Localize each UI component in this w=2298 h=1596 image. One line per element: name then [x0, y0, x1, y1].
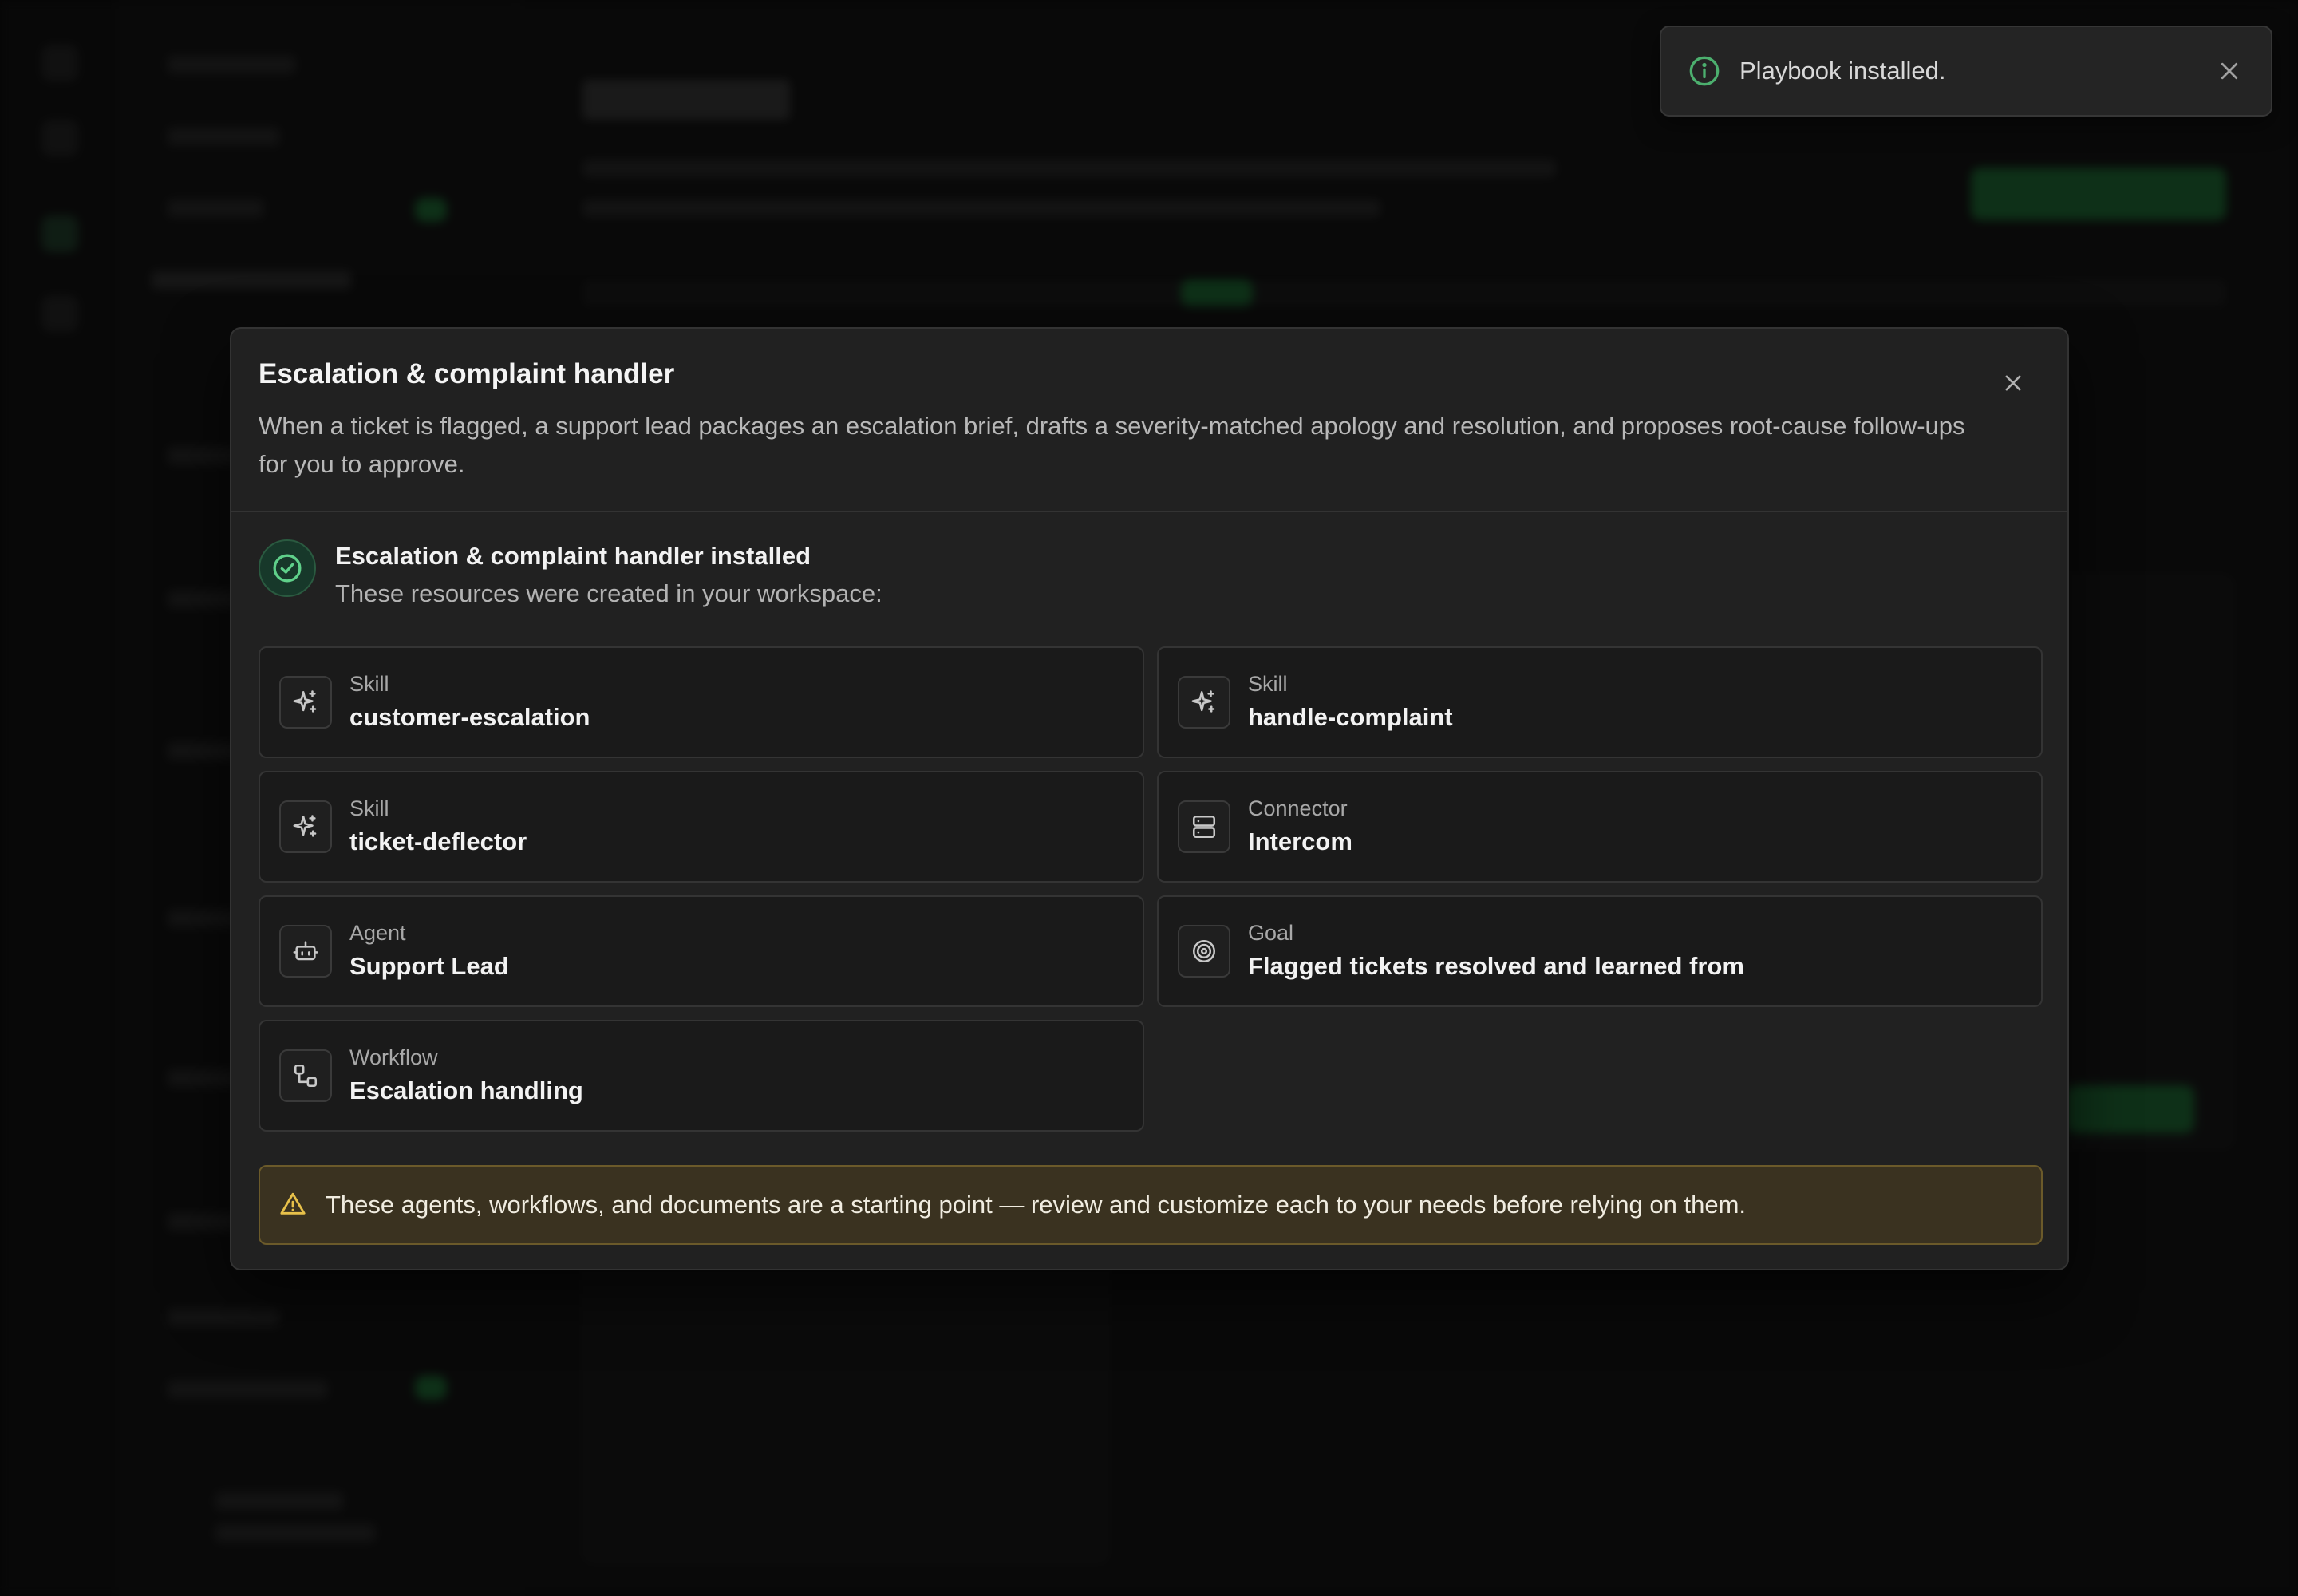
dialog-title: Escalation & complaint handler — [259, 358, 675, 389]
resource-kind: Skill — [1248, 672, 1288, 696]
resource-kind: Workflow — [349, 1045, 438, 1069]
dialog-header: Escalation & complaint handler When a ti… — [231, 329, 2067, 512]
target-icon — [1178, 925, 1230, 978]
close-icon — [2005, 375, 2021, 391]
check-circle-icon — [259, 539, 316, 597]
installed-title: Escalation & complaint handler installed — [335, 542, 811, 570]
toast-notification: Playbook installed. — [1660, 26, 2272, 117]
resource-name: Intercom — [1248, 828, 1352, 855]
resource-kind: Goal — [1248, 921, 1294, 945]
dialog-description: When a ticket is flagged, a support lead… — [259, 412, 1965, 478]
resource-name: Escalation handling — [349, 1077, 583, 1104]
resource-card-workflow[interactable]: Workflow Escalation handling — [259, 1020, 1144, 1132]
sparkle-icon — [1178, 676, 1230, 729]
resource-kind: Connector — [1248, 796, 1348, 820]
resource-kind: Agent — [349, 921, 406, 945]
resource-name: ticket-deflector — [349, 828, 527, 855]
installed-status: Escalation & complaint handler installed… — [259, 539, 882, 613]
dialog-close-button[interactable] — [1997, 367, 2029, 399]
toast-message: Playbook installed. — [1739, 57, 1946, 85]
workflow-icon — [279, 1049, 332, 1102]
close-icon — [2221, 62, 2238, 80]
toast-close-button[interactable] — [2215, 57, 2244, 85]
server-icon — [1178, 800, 1230, 853]
resource-kind: Skill — [349, 672, 389, 696]
warning-text: These agents, workflows, and documents a… — [326, 1191, 1747, 1219]
installed-subtitle: These resources were created in your wor… — [335, 579, 882, 607]
info-icon — [1688, 55, 1720, 87]
resource-name: Flagged tickets resolved and learned fro… — [1248, 952, 1744, 980]
resource-card-goal[interactable]: Goal Flagged tickets resolved and learne… — [1157, 895, 2043, 1007]
resource-grid: Skill customer-escalation Skill handle-c… — [259, 646, 2043, 1132]
resource-name: customer-escalation — [349, 703, 590, 731]
warning-triangle-icon — [279, 1191, 308, 1219]
warning-banner: These agents, workflows, and documents a… — [259, 1165, 2043, 1245]
resource-kind: Skill — [349, 796, 389, 820]
playbook-dialog: Escalation & complaint handler When a ti… — [230, 327, 2069, 1270]
resource-card-connector[interactable]: Connector Intercom — [1157, 771, 2043, 883]
resource-card-agent[interactable]: Agent Support Lead — [259, 895, 1144, 1007]
resource-name: Support Lead — [349, 952, 509, 980]
sparkle-icon — [279, 676, 332, 729]
bot-icon — [279, 925, 332, 978]
resource-card-skill[interactable]: Skill handle-complaint — [1157, 646, 2043, 758]
resource-name: handle-complaint — [1248, 703, 1453, 731]
resource-card-skill[interactable]: Skill customer-escalation — [259, 646, 1144, 758]
resource-card-skill[interactable]: Skill ticket-deflector — [259, 771, 1144, 883]
sparkle-icon — [279, 800, 332, 853]
